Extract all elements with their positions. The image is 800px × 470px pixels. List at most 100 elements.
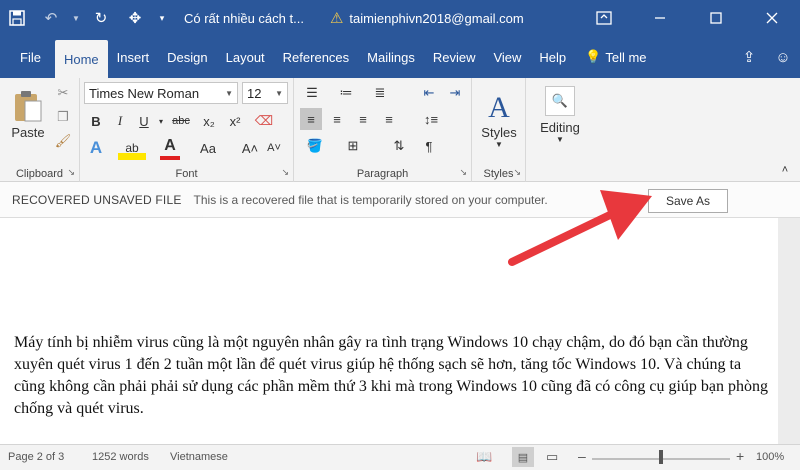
zoom-level[interactable]: 100% — [756, 451, 784, 463]
print-layout-icon[interactable]: ▤ — [512, 447, 534, 467]
language[interactable]: Vietnamese — [170, 451, 228, 463]
clipboard-group: Paste ✂ ❐ 🖌 Clipboard ↘ — [0, 78, 80, 182]
strikethrough-button[interactable]: abc — [168, 110, 194, 132]
font-size-select[interactable]: 12 ▼ — [242, 82, 288, 104]
change-case-button[interactable]: Aa — [194, 136, 222, 160]
tab-references[interactable]: References — [274, 36, 358, 78]
tab-home[interactable]: Home — [54, 40, 108, 78]
format-painter-icon[interactable]: 🖌 — [54, 132, 72, 150]
numbering-icon[interactable]: ≔ — [334, 82, 358, 104]
redo-icon[interactable]: ↻ — [84, 0, 118, 36]
borders-icon[interactable]: ⊞ — [338, 134, 368, 158]
clipboard-icon — [15, 90, 42, 121]
collapse-ribbon-icon[interactable]: ˄ — [776, 162, 794, 178]
paragraph-launcher-icon[interactable]: ↘ — [459, 167, 467, 178]
editing-group: 🔍 Editing ▼ — [526, 78, 592, 182]
recovered-title: RECOVERED UNSAVED FILE — [12, 192, 182, 207]
paste-label: Paste — [11, 124, 45, 140]
tab-layout[interactable]: Layout — [217, 36, 274, 78]
chevron-down-icon: ▼ — [495, 140, 503, 149]
show-marks-icon[interactable]: ¶ — [418, 134, 440, 158]
font-size-value: 12 — [247, 85, 262, 101]
maximize-icon[interactable] — [688, 0, 744, 36]
sort-icon[interactable]: ⇅ — [388, 134, 410, 158]
increase-indent-icon[interactable]: ⇥ — [444, 82, 466, 104]
recovered-file-bar: RECOVERED UNSAVED FILE This is a recover… — [0, 182, 800, 218]
tab-help[interactable]: Help — [530, 36, 575, 78]
editing-button[interactable]: 🔍 Editing ▼ — [534, 82, 586, 148]
comments-icon[interactable]: ☺ — [766, 36, 800, 78]
bullets-icon[interactable]: ☰ — [300, 82, 324, 104]
styles-button[interactable]: A Styles ▼ — [476, 82, 522, 158]
title-bar: ↶ ▼ ↻ ✥ ▾ Có rất nhiều cách t... ⚠ taimi… — [0, 0, 800, 36]
text-effects-button[interactable]: A — [86, 136, 106, 160]
multilevel-list-icon[interactable]: ≣ — [368, 82, 392, 104]
styles-launcher-icon[interactable]: ↘ — [513, 167, 521, 178]
minimize-icon[interactable] — [632, 0, 688, 36]
tab-file[interactable]: File — [0, 36, 55, 78]
tell-me-label: Tell me — [605, 49, 647, 65]
chevron-down-icon: ▼ — [556, 135, 564, 144]
share-icon[interactable]: ⇪ — [732, 36, 766, 78]
paragraph-group: ☰ ≔ ≣ ⇤ ⇥ ≡ ≡ ≡ ≡ ↕≡ 🪣 ⊞ ⇅ ¶ Paragraph ↘ — [294, 78, 472, 182]
align-right-icon[interactable]: ≡ — [352, 108, 374, 130]
vertical-scrollbar[interactable] — [778, 218, 800, 444]
underline-dropdown-icon[interactable]: ▾ — [156, 110, 166, 132]
align-left-icon[interactable]: ≡ — [300, 108, 322, 130]
editing-label: Editing — [540, 120, 580, 135]
paste-button[interactable]: Paste — [8, 84, 48, 144]
underline-button[interactable]: U — [134, 110, 154, 132]
save-as-button[interactable]: Save As — [648, 189, 728, 213]
superscript-button[interactable]: x² — [224, 110, 246, 132]
tab-insert[interactable]: Insert — [108, 36, 159, 78]
recovered-message: This is a recovered file that is tempora… — [193, 192, 548, 207]
word-count[interactable]: 1252 words — [92, 451, 149, 463]
page-count[interactable]: Page 2 of 3 — [8, 451, 64, 463]
customize-icon[interactable]: ▾ — [152, 0, 172, 36]
italic-button[interactable]: I — [110, 110, 130, 132]
tab-design[interactable]: Design — [158, 36, 216, 78]
highlight-button[interactable]: ab — [118, 136, 146, 160]
ribbon-display-icon[interactable] — [576, 0, 632, 36]
read-mode-icon[interactable]: 📖 — [476, 449, 492, 465]
save-icon[interactable] — [0, 0, 34, 36]
subscript-button[interactable]: x₂ — [198, 110, 220, 132]
chevron-down-icon: ▼ — [225, 88, 233, 98]
ribbon-tabs: File Home Insert Design Layout Reference… — [0, 36, 800, 78]
undo-dropdown-icon[interactable]: ▼ — [68, 0, 84, 36]
decrease-indent-icon[interactable]: ⇤ — [418, 82, 440, 104]
font-color-button[interactable]: A — [160, 136, 180, 160]
tab-view[interactable]: View — [484, 36, 530, 78]
undo-icon[interactable]: ↶ — [34, 0, 68, 36]
cut-icon[interactable]: ✂ — [54, 84, 72, 102]
align-center-icon[interactable]: ≡ — [326, 108, 348, 130]
tell-me-box[interactable]: 💡 Tell me — [575, 36, 656, 78]
bold-button[interactable]: B — [86, 110, 106, 132]
document-paragraph[interactable]: Máy tính bị nhiễm virus cũng là một nguy… — [14, 332, 774, 420]
touch-mode-icon[interactable]: ✥ — [118, 0, 152, 36]
justify-icon[interactable]: ≡ — [378, 108, 400, 130]
zoom-slider-thumb[interactable] — [659, 450, 663, 464]
web-layout-icon[interactable]: ▭ — [546, 449, 558, 465]
grow-font-button[interactable]: A˄ — [240, 136, 260, 160]
close-icon[interactable] — [744, 0, 800, 36]
tab-review[interactable]: Review — [424, 36, 485, 78]
styles-label: Styles — [481, 125, 517, 140]
ribbon-home: Paste ✂ ❐ 🖌 Clipboard ↘ Times New Roman ▼… — [0, 78, 800, 182]
zoom-out-button[interactable]: – — [578, 448, 586, 464]
font-launcher-icon[interactable]: ↘ — [281, 167, 289, 178]
account-email[interactable]: taimienphivn2018@gmail.com — [349, 11, 523, 26]
copy-icon[interactable]: ❐ — [54, 108, 72, 126]
lightbulb-icon: 💡 — [585, 49, 602, 64]
clear-formatting-icon[interactable]: ⌫ — [252, 110, 276, 132]
line-spacing-icon[interactable]: ↕≡ — [416, 108, 446, 130]
shading-icon[interactable]: 🪣 — [300, 134, 330, 158]
tab-mailings[interactable]: Mailings — [358, 36, 424, 78]
shrink-font-button[interactable]: A˅ — [264, 136, 284, 160]
status-bar: Page 2 of 3 1252 words Vietnamese 📖 ▤ ▭ … — [0, 444, 800, 470]
font-group: Times New Roman ▼ 12 ▼ B I U ▾ abc x₂ x² ⌫… — [80, 78, 294, 182]
font-name-select[interactable]: Times New Roman ▼ — [84, 82, 238, 104]
document-page[interactable]: Máy tính bị nhiễm virus cũng là một nguy… — [0, 218, 778, 444]
zoom-in-button[interactable]: + — [736, 448, 744, 464]
clipboard-launcher-icon[interactable]: ↘ — [67, 167, 75, 178]
